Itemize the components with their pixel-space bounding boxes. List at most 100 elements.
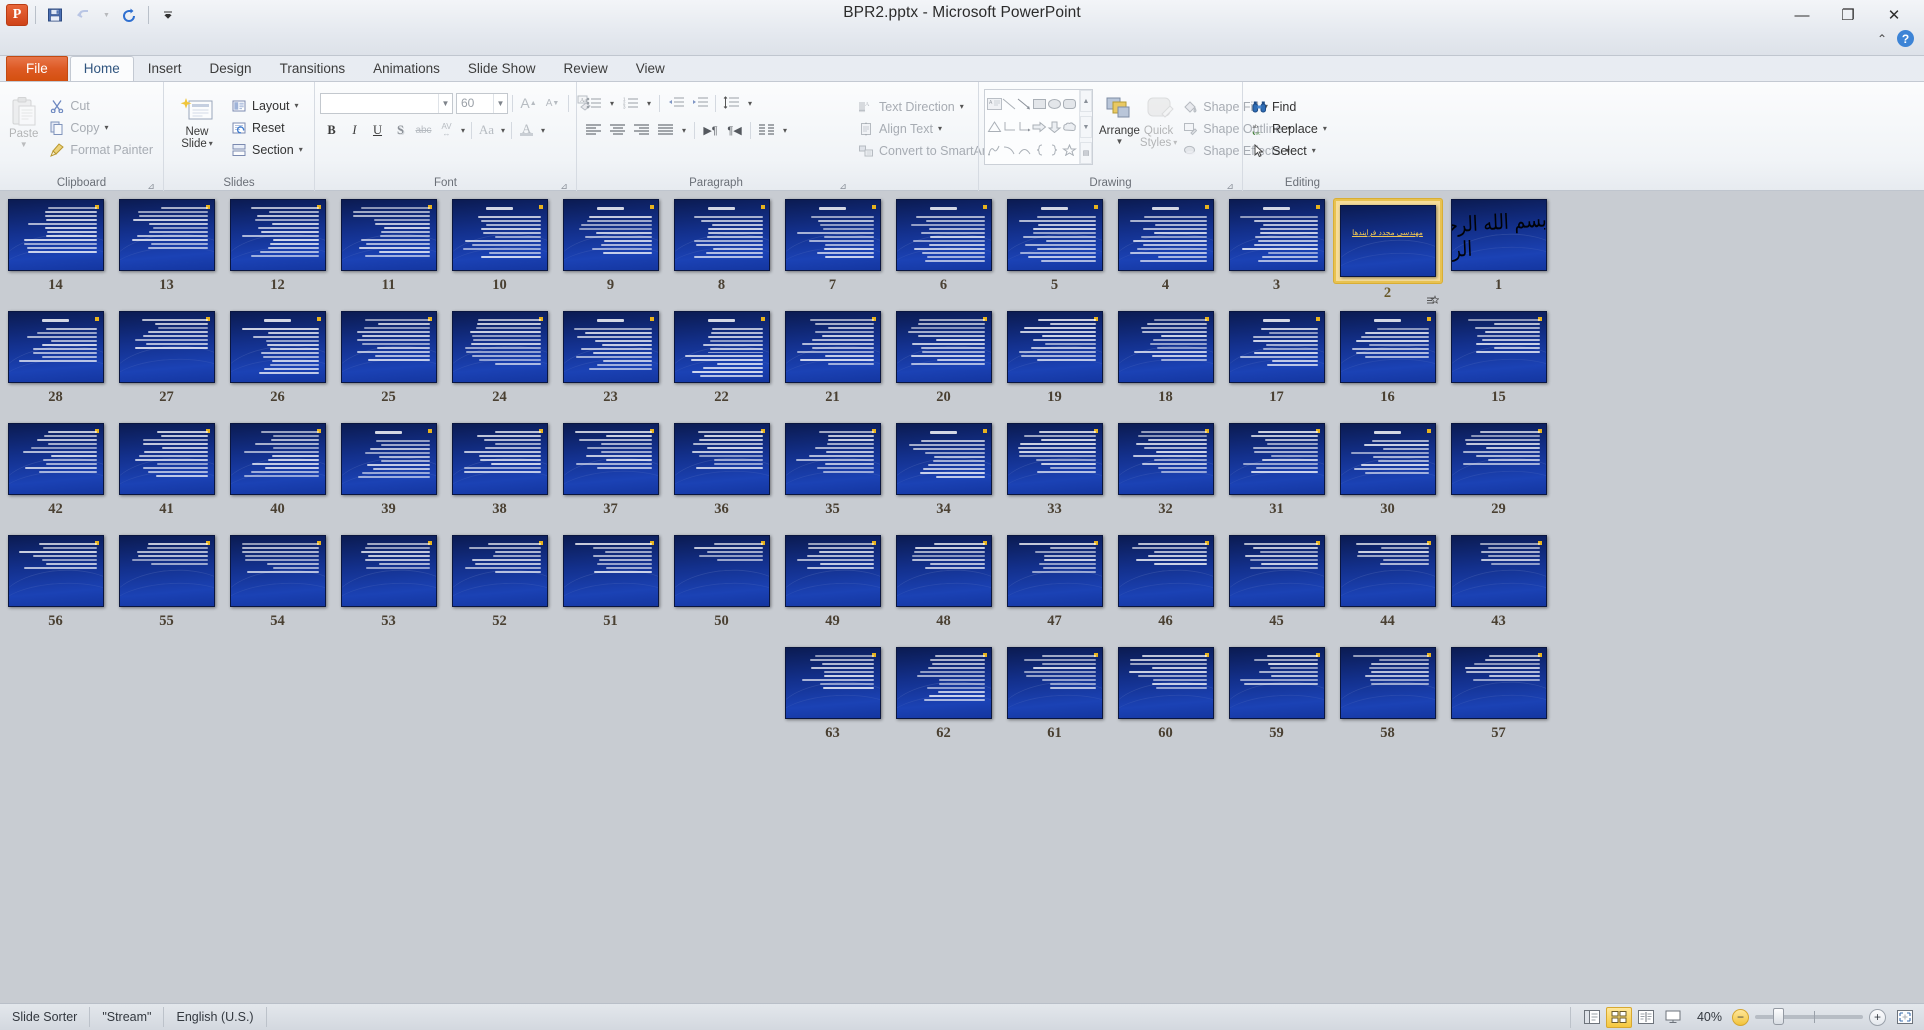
slide-thumbnail-cell[interactable]: 22 [666,311,777,421]
quick-styles-dropdown-icon[interactable]: ▾ [1173,137,1177,149]
slide-thumbnail-cell[interactable]: 61 [999,647,1110,757]
font-name-dropdown-icon[interactable]: ▼ [438,93,452,113]
slide-thumbnail-cell[interactable]: 17 [1221,311,1332,421]
increase-indent-button[interactable] [688,92,711,114]
bullets-dropdown-icon[interactable]: ▾ [606,99,618,108]
elbow-arrow-connector-icon[interactable] [1017,115,1032,138]
text-shadow-button[interactable]: S [389,119,412,141]
slide-thumbnail[interactable] [1117,423,1214,495]
down-arrow-shape-icon[interactable] [1047,115,1062,138]
paste-button[interactable]: Paste ▼ [5,94,42,149]
freeform-shape-icon[interactable] [987,139,1002,162]
slide-thumbnail[interactable] [118,535,215,607]
slide-thumbnail[interactable] [1228,311,1325,383]
slide-thumbnail[interactable] [895,423,992,495]
numbering-dropdown-icon[interactable]: ▾ [643,99,655,108]
zoom-slider-thumb[interactable] [1773,1008,1784,1025]
normal-view-button[interactable] [1579,1007,1605,1028]
slide-thumbnail[interactable] [118,423,215,495]
slide-thumbnail[interactable] [1006,199,1103,271]
theme-name-status[interactable]: "Stream" [90,1007,165,1027]
slide-thumbnail-cell[interactable]: 47 [999,535,1110,645]
slide-thumbnail[interactable] [7,535,104,607]
section-button[interactable]: Section ▾ [228,139,308,160]
new-slide-button[interactable]: New Slide ▾ [169,92,225,150]
slide-thumbnail-cell[interactable]: 19 [999,311,1110,421]
slide-thumbnail[interactable] [1006,423,1103,495]
slide-thumbnail-cell[interactable]: 63 [777,647,888,757]
line-spacing-dropdown-icon[interactable]: ▾ [744,99,756,108]
zoom-out-button[interactable]: − [1732,1008,1749,1026]
slide-thumbnail-cell[interactable]: 48 [888,535,999,645]
rectangle-shape-icon[interactable] [1032,92,1047,115]
cut-button[interactable]: Cut [46,95,158,116]
line-shape-icon[interactable] [1002,92,1017,115]
text-direction-dropdown-icon[interactable]: ▾ [960,102,964,111]
slide-thumbnail[interactable] [895,535,992,607]
change-case-dropdown-icon[interactable]: ▾ [498,126,508,135]
slide-thumbnail-cell[interactable]: 7 [777,199,888,309]
language-status[interactable]: English (U.S.) [164,1007,267,1027]
rounded-rectangle-shape-icon[interactable] [1062,92,1077,115]
slide-thumbnail-cell[interactable]: 41 [111,423,222,533]
slide-thumbnail-cell[interactable]: 32 [1110,423,1221,533]
slide-thumbnail[interactable] [673,199,770,271]
slide-thumbnail-cell[interactable]: 40 [222,423,333,533]
slide-thumbnail-cell[interactable]: 30 [1332,423,1443,533]
slide-thumbnail[interactable] [229,311,326,383]
arrange-button[interactable]: Arrange ▼ [1099,91,1140,146]
slide-thumbnail-cell[interactable]: 53 [333,535,444,645]
elbow-connector-icon[interactable] [1002,115,1017,138]
slide-thumbnail-cell[interactable]: 27 [111,311,222,421]
triangle-shape-icon[interactable] [987,115,1002,138]
slide-thumbnail[interactable] [562,535,659,607]
slide-thumbnail[interactable] [1228,647,1325,719]
shapes-scroll-down-icon[interactable]: ▼ [1080,116,1092,138]
slide-thumbnail[interactable] [1006,535,1103,607]
right-brace-shape-icon[interactable] [1047,139,1062,162]
slide-thumbnail-cell[interactable]: 51 [555,535,666,645]
slide-thumbnail-cell[interactable]: 24 [444,311,555,421]
find-button[interactable]: Find [1248,96,1332,117]
arrange-dropdown-icon[interactable]: ▼ [1116,137,1124,146]
slide-thumbnail[interactable] [1339,311,1436,383]
slide-thumbnail-cell[interactable]: 35 [777,423,888,533]
slide-thumbnail-cell[interactable]: 13 [111,199,222,309]
ltr-text-direction-button[interactable]: ▶¶ [699,119,722,141]
slide-thumbnail[interactable] [895,647,992,719]
slide-thumbnail-cell[interactable]: 37 [555,423,666,533]
slide-thumbnail-cell[interactable]: 59 [1221,647,1332,757]
slide-thumbnail[interactable] [895,311,992,383]
replace-button[interactable]: ab ac Replace ▾ [1248,118,1332,139]
slide-thumbnail[interactable] [562,199,659,271]
tab-slide-show[interactable]: Slide Show [454,56,550,81]
slide-thumbnail[interactable] [7,199,104,271]
shapes-gallery-more-icon[interactable]: ▤ [1080,142,1092,164]
slide-thumbnail[interactable] [784,423,881,495]
slide-thumbnail[interactable] [340,535,437,607]
slide-thumbnail-cell[interactable]: 28 [0,311,111,421]
restore-button[interactable]: ❐ [1826,2,1870,28]
quick-styles-button[interactable]: Quick Styles ▾ [1140,91,1177,149]
slide-thumbnail[interactable] [562,423,659,495]
slide-thumbnail[interactable] [229,199,326,271]
slide-thumbnail-cell[interactable]: 12 [222,199,333,309]
slide-thumbnail-cell[interactable]: 49 [777,535,888,645]
character-spacing-button[interactable]: AV ↔ [435,119,458,141]
slide-thumbnail-cell[interactable]: 21 [777,311,888,421]
section-dropdown-icon[interactable]: ▾ [299,145,303,154]
slide-thumbnail[interactable] [1006,311,1103,383]
slide-thumbnail[interactable] [229,535,326,607]
underline-button[interactable]: U [366,119,389,141]
minimize-ribbon-icon[interactable]: ⌃ [1877,32,1887,46]
font-name-combobox[interactable]: ▼ [320,92,453,114]
curve-shape-icon[interactable] [1002,139,1017,162]
slide-thumbnail-cell[interactable]: 45 [1221,535,1332,645]
shapes-scroll-up-icon[interactable]: ▲ [1080,90,1092,112]
paragraph-dialog-launcher[interactable]: ⊿ [838,181,848,191]
slide-thumbnail-cell[interactable]: بسم الله الرحمن الرحیم 1 [1443,199,1554,309]
character-spacing-dropdown-icon[interactable]: ▾ [458,126,468,135]
slide-thumbnail[interactable] [118,311,215,383]
slide-thumbnail-cell[interactable]: 46 [1110,535,1221,645]
slide-thumbnail-cell[interactable]: 29 [1443,423,1554,533]
